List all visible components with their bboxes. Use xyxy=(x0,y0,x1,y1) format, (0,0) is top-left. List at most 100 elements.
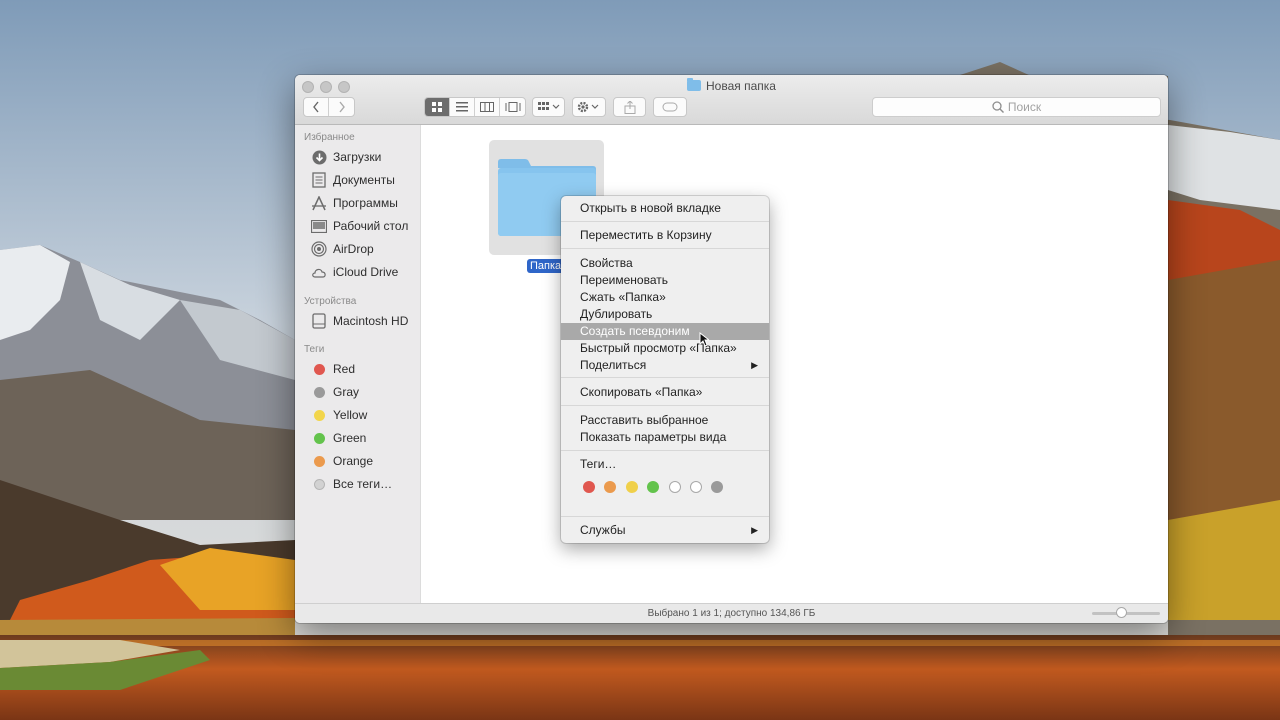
menu-item-label: Службы xyxy=(580,523,626,537)
view-mode-segmented xyxy=(424,97,526,117)
column-view-button[interactable] xyxy=(475,98,500,116)
arrange-button[interactable] xyxy=(532,97,565,117)
airdrop-icon xyxy=(311,241,327,257)
window-title: Новая папка xyxy=(295,78,1168,93)
sidebar-tag-green[interactable]: Green xyxy=(295,428,421,448)
hard-drive-icon xyxy=(311,313,327,329)
mouse-cursor-icon xyxy=(699,332,709,347)
sidebar-item-label: Загрузки xyxy=(333,150,382,164)
list-view-button[interactable] xyxy=(450,98,475,116)
menu-separator xyxy=(561,516,769,517)
tag-icon xyxy=(662,102,678,112)
action-button[interactable] xyxy=(572,97,606,117)
forward-button[interactable] xyxy=(329,98,354,116)
menu-tag-yellow[interactable] xyxy=(626,481,638,493)
arrange-icon xyxy=(537,102,559,110)
submenu-arrow-icon: ▶ xyxy=(751,525,758,535)
tag-color-dot xyxy=(314,455,325,467)
sidebar-tag-yellow[interactable]: Yellow xyxy=(295,405,421,425)
tags-header: Теги xyxy=(304,344,325,355)
menu-tag-blue[interactable] xyxy=(669,481,681,493)
menu-item-rename[interactable]: Переименовать xyxy=(561,272,769,289)
menu-tag-green[interactable] xyxy=(647,481,659,493)
desktop-icon xyxy=(311,218,327,234)
sidebar-item-label: Программы xyxy=(333,196,398,210)
sidebar-tag-red[interactable]: Red xyxy=(295,359,421,379)
search-placeholder: Поиск xyxy=(1007,100,1042,114)
sidebar-all-tags[interactable]: Все теги… xyxy=(295,474,421,494)
menu-item-tags[interactable]: Теги… xyxy=(561,456,769,473)
share-icon xyxy=(624,100,635,114)
tag-color-dot xyxy=(314,409,325,421)
list-icon xyxy=(456,102,468,112)
menu-separator xyxy=(561,248,769,249)
tag-color-dot xyxy=(314,478,325,490)
sidebar-item-label: Yellow xyxy=(333,408,368,422)
favorites-header: Избранное xyxy=(304,132,355,143)
title-bar: Новая папка Поиск xyxy=(295,75,1168,125)
edit-tags-button[interactable] xyxy=(653,97,687,117)
chevron-left-icon xyxy=(313,101,319,113)
menu-item-move-to-trash[interactable]: Переместить в Корзину xyxy=(561,227,769,244)
menu-separator xyxy=(561,405,769,406)
menu-item-clean-up-selection[interactable]: Расставить выбранное xyxy=(561,412,769,429)
menu-item-services[interactable]: Службы ▶ xyxy=(561,522,769,539)
menu-separator xyxy=(561,377,769,378)
sidebar-item-label: Рабочий стол xyxy=(333,219,409,233)
sidebar-item-label: Macintosh HD xyxy=(333,314,409,328)
submenu-arrow-icon: ▶ xyxy=(751,360,758,370)
sidebar-tag-gray[interactable]: Gray xyxy=(295,382,421,402)
status-text: Выбрано 1 из 1; доступно 134,86 ГБ xyxy=(647,608,816,619)
sidebar-item-label: Red xyxy=(333,362,356,376)
tag-color-dot xyxy=(314,432,325,444)
sidebar-item-label: Документы xyxy=(333,173,395,187)
sidebar-item-airdrop[interactable]: AirDrop xyxy=(295,239,421,259)
sidebar-item-downloads[interactable]: Загрузки xyxy=(295,147,421,167)
menu-item-copy[interactable]: Скопировать «Папка» xyxy=(561,384,769,401)
menu-tag-red[interactable] xyxy=(583,481,595,493)
menu-tag-orange[interactable] xyxy=(604,481,616,493)
devices-header: Устройства xyxy=(304,296,357,307)
folder-name-label[interactable]: Папка xyxy=(527,259,565,273)
sidebar-item-documents[interactable]: Документы xyxy=(295,170,421,190)
back-button[interactable] xyxy=(304,98,329,116)
downloads-icon xyxy=(311,149,327,165)
share-button[interactable] xyxy=(613,97,646,117)
menu-separator xyxy=(561,221,769,222)
sidebar-item-label: Green xyxy=(333,431,367,445)
menu-item-duplicate[interactable]: Дублировать xyxy=(561,306,769,323)
file-browser-content[interactable]: Папка xyxy=(422,125,1168,603)
documents-icon xyxy=(311,172,327,188)
sidebar-item-desktop[interactable]: Рабочий стол xyxy=(295,216,421,236)
sidebar-item-label: Orange xyxy=(333,454,374,468)
gallery-view-button[interactable] xyxy=(500,98,525,116)
menu-item-quick-look[interactable]: Быстрый просмотр «Папка» xyxy=(561,340,769,357)
sidebar-item-icloud-drive[interactable]: iCloud Drive xyxy=(295,262,421,282)
window-title-text: Новая папка xyxy=(706,79,776,93)
menu-item-share[interactable]: Поделиться ▶ xyxy=(561,357,769,374)
menu-tag-purple[interactable] xyxy=(690,481,702,493)
sidebar-tag-orange[interactable]: Orange xyxy=(295,451,421,471)
columns-icon xyxy=(480,102,494,112)
menu-item-get-info[interactable]: Свойства xyxy=(561,255,769,272)
menu-tag-gray[interactable] xyxy=(711,481,723,493)
menu-item-compress[interactable]: Сжать «Папка» xyxy=(561,289,769,306)
search-icon xyxy=(992,101,1004,113)
icon-view-button[interactable] xyxy=(425,98,450,116)
tag-color-dot xyxy=(314,386,325,398)
menu-separator xyxy=(561,450,769,451)
cloud-icon xyxy=(311,264,327,280)
menu-item-open-in-new-tab[interactable]: Открыть в новой вкладке xyxy=(561,200,769,217)
menu-item-make-alias[interactable]: Создать псевдоним xyxy=(561,323,769,340)
gallery-icon xyxy=(505,102,520,112)
menu-item-label: Поделиться xyxy=(580,358,647,372)
sidebar-item-macintosh-hd[interactable]: Macintosh HD xyxy=(295,311,421,331)
sidebar-item-label: AirDrop xyxy=(333,242,374,256)
search-field[interactable]: Поиск xyxy=(872,97,1161,117)
grid-icon xyxy=(432,102,442,112)
folder-icon xyxy=(687,78,702,91)
menu-item-show-view-options[interactable]: Показать параметры вида xyxy=(561,429,769,446)
sidebar-item-applications[interactable]: Программы xyxy=(295,193,421,213)
gear-icon xyxy=(577,101,599,113)
icon-size-slider-knob[interactable] xyxy=(1116,607,1127,618)
